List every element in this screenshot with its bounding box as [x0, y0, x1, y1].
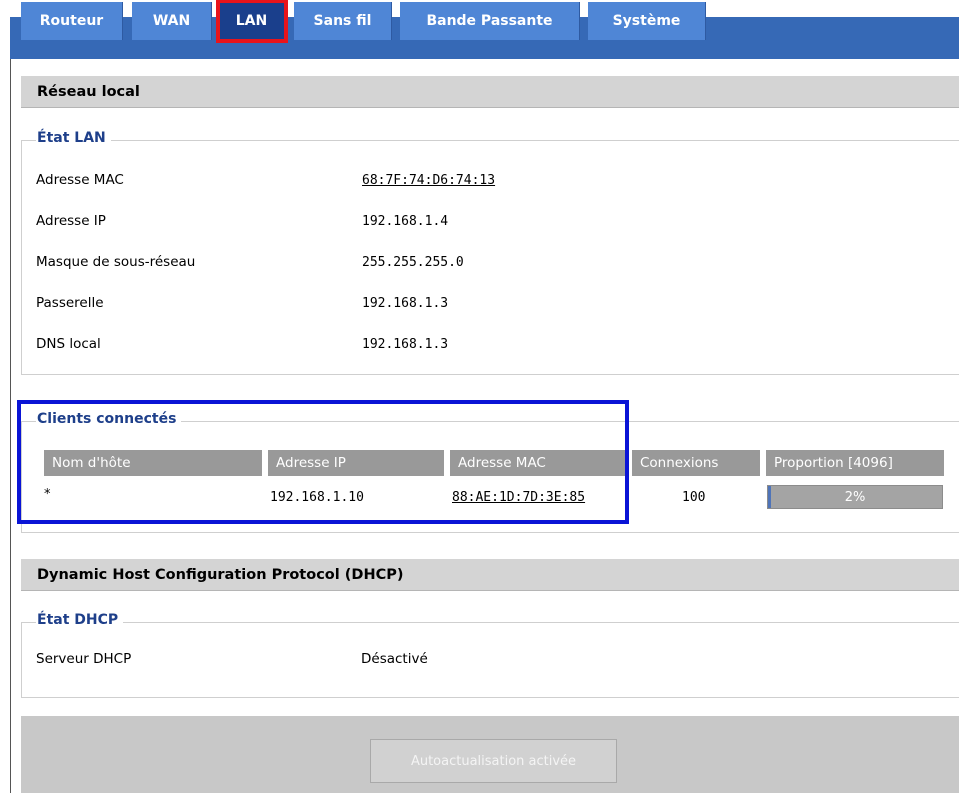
dhcp-server-label: Serveur DHCP [36, 651, 132, 667]
ip-label: Adresse IP [36, 213, 106, 229]
tab-bande-passante[interactable]: Bande Passante [400, 2, 580, 40]
header-ip: Adresse IP [268, 450, 444, 476]
lan-status-legend: État LAN [36, 130, 111, 146]
gateway-label: Passerelle [36, 295, 104, 311]
header-connexions: Connexions [632, 450, 760, 476]
gateway-value: 192.168.1.3 [362, 296, 449, 311]
frame-border [10, 59, 11, 793]
header-proportion: Proportion [4096] [766, 450, 944, 476]
netmask-value: 255.255.255.0 [362, 255, 464, 270]
client-hostname: * [44, 487, 51, 502]
mac-value[interactable]: 68:7F:74:D6:74:13 [362, 173, 495, 188]
clients-fieldset: Clients connectés [21, 411, 959, 533]
netmask-label: Masque de sous-réseau [36, 254, 196, 270]
section-title-dhcp: Dynamic Host Configuration Protocol (DHC… [21, 559, 959, 591]
mac-label: Adresse MAC [36, 172, 124, 188]
tab-sans-fil[interactable]: Sans fil [294, 2, 392, 40]
ip-value: 192.168.1.4 [362, 214, 449, 229]
client-ip: 192.168.1.10 [270, 490, 364, 505]
tab-routeur[interactable]: Routeur [21, 2, 123, 40]
header-mac: Adresse MAC [450, 450, 626, 476]
section-title-lan: Réseau local [21, 76, 959, 108]
dhcp-status-fieldset: État DHCP [21, 612, 959, 698]
client-mac[interactable]: 88:AE:1D:7D:3E:85 [452, 490, 585, 505]
client-proportion-bar: 2% [767, 485, 943, 509]
header-hostname: Nom d'hôte [44, 450, 262, 476]
dns-value: 192.168.1.3 [362, 337, 449, 352]
auto-refresh-button[interactable]: Autoactualisation activée [370, 739, 617, 783]
client-connexions: 100 [682, 490, 706, 505]
dhcp-status-legend: État DHCP [36, 612, 124, 628]
dhcp-server-value: Désactivé [361, 651, 428, 667]
proportion-text: 2% [844, 489, 866, 505]
clients-legend: Clients connectés [36, 411, 182, 427]
tab-systeme[interactable]: Système [588, 2, 706, 40]
dns-label: DNS local [36, 336, 101, 352]
tab-lan[interactable]: LAN [216, 0, 288, 43]
tab-wan[interactable]: WAN [132, 2, 212, 40]
